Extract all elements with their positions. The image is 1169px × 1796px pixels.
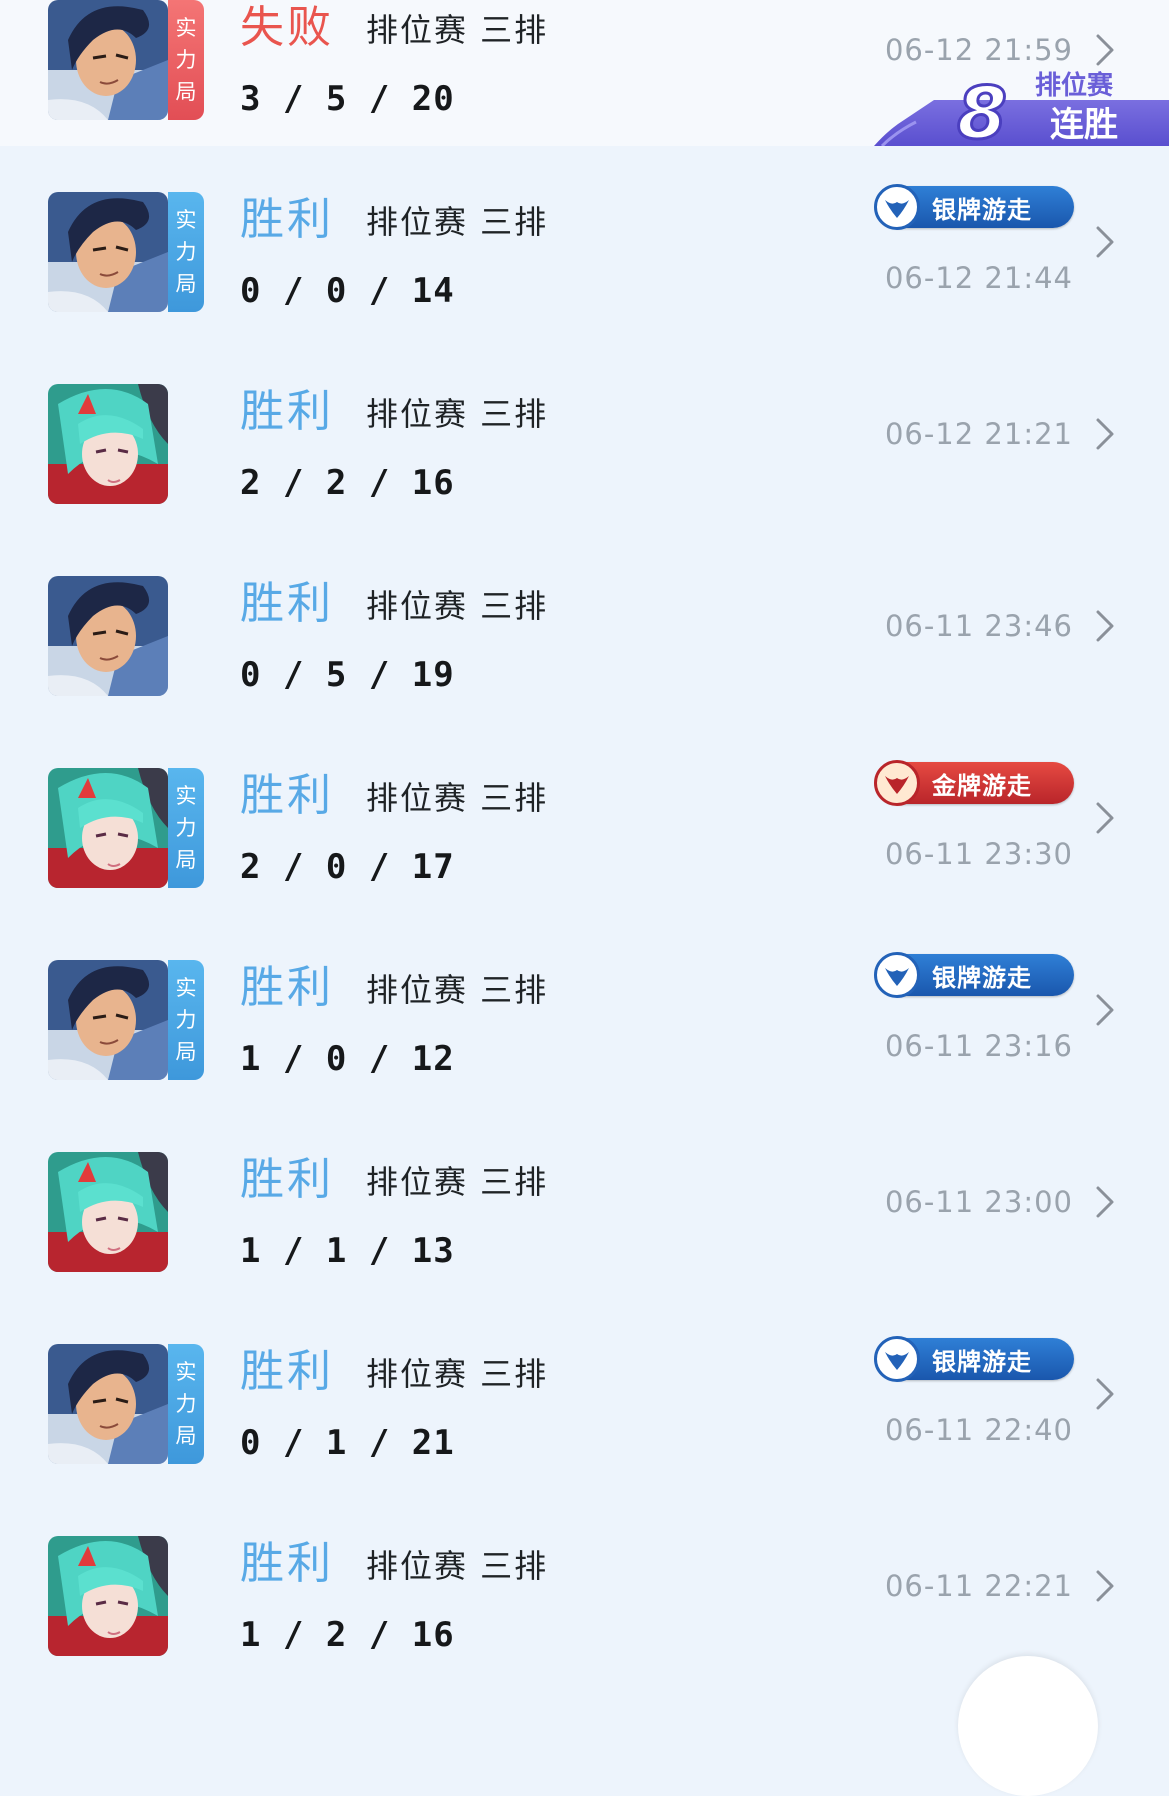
chevron-right-icon[interactable]	[1094, 1184, 1116, 1220]
strength-match-tag: 实力局	[168, 960, 204, 1080]
strength-match-tag: 实力局	[168, 1344, 204, 1464]
hero-avatar	[48, 576, 168, 696]
match-result: 胜利	[240, 1538, 334, 1589]
silver-medal-badge: 银牌游走	[874, 952, 1074, 998]
match-time: 06-11 23:16	[884, 1029, 1073, 1063]
match-time: 06-12 21:59	[884, 33, 1073, 67]
match-result: 胜利	[240, 1154, 334, 1205]
chevron-right-icon[interactable]	[1094, 608, 1116, 644]
match-mode: 排位赛 三排	[366, 1547, 549, 1585]
match-result: 胜利	[240, 1346, 334, 1397]
tag-char: 实	[175, 783, 197, 808]
hero-avatar	[48, 384, 168, 504]
tag-char: 力	[175, 1391, 197, 1416]
badge-label: 金牌游走	[932, 771, 1032, 800]
tag-char: 局	[175, 847, 197, 872]
streak-count: 8	[957, 71, 1007, 146]
match-mode: 排位赛 三排	[366, 971, 549, 1009]
chevron-right-icon[interactable]	[1094, 224, 1116, 260]
badge-label: 银牌游走	[932, 1347, 1032, 1376]
tag-char: 力	[175, 239, 197, 264]
match-time: 06-11 22:21	[884, 1569, 1073, 1603]
match-row[interactable]: 胜利 排位赛 三排 0 / 5 / 19 06-11 23:46	[0, 530, 1169, 722]
chevron-right-icon[interactable]	[1094, 1376, 1116, 1412]
tag-char: 力	[175, 815, 197, 840]
match-row[interactable]: 胜利 排位赛 三排 2 / 2 / 16 06-12 21:21	[0, 338, 1169, 530]
match-result: 胜利	[240, 578, 334, 629]
match-row[interactable]: 实力局胜利 排位赛 三排 1 / 0 / 12 银牌游走 06-11 23:16	[0, 914, 1169, 1106]
match-mode: 排位赛 三排	[366, 1163, 549, 1201]
match-mode: 排位赛 三排	[366, 395, 549, 433]
hero-avatar	[48, 960, 168, 1080]
match-mode: 排位赛 三排	[366, 587, 549, 625]
match-row[interactable]: 胜利 排位赛 三排 1 / 1 / 13 06-11 23:00	[0, 1106, 1169, 1298]
kda-score: 0 / 0 / 14	[240, 271, 455, 311]
tag-char: 实	[175, 975, 197, 1000]
silver-medal-badge: 银牌游走	[874, 1336, 1074, 1382]
streak-label-ranked: 排位赛	[1035, 70, 1114, 101]
match-result: 胜利	[240, 386, 334, 437]
strength-match-tag: 实力局	[168, 768, 204, 888]
tag-char: 局	[175, 79, 197, 104]
match-row[interactable]: 实力局胜利 排位赛 三排 0 / 1 / 21 银牌游走 06-11 22:40	[0, 1298, 1169, 1490]
match-time: 06-11 23:00	[884, 1185, 1073, 1219]
tag-char: 局	[175, 1423, 197, 1448]
hero-avatar	[48, 768, 168, 888]
badge-label: 银牌游走	[932, 963, 1032, 992]
silver-medal-badge: 银牌游走	[874, 184, 1074, 230]
match-mode: 排位赛 三排	[366, 779, 549, 817]
match-mode: 排位赛 三排	[366, 1355, 549, 1393]
chevron-right-icon[interactable]	[1094, 32, 1116, 68]
hero-avatar	[48, 0, 168, 120]
kda-score: 1 / 0 / 12	[240, 1039, 455, 1079]
gold-medal-badge: 金牌游走	[874, 760, 1074, 806]
match-time: 06-11 22:40	[884, 1413, 1073, 1447]
chevron-right-icon[interactable]	[1094, 1568, 1116, 1604]
tag-char: 力	[175, 47, 197, 72]
medal-emblem-icon	[885, 776, 909, 794]
hero-avatar	[48, 1152, 168, 1272]
floating-action-button[interactable]	[958, 1656, 1098, 1796]
match-mode: 排位赛 三排	[366, 203, 549, 241]
medal-emblem-icon	[885, 200, 909, 218]
match-result: 胜利	[240, 962, 334, 1013]
kda-score: 3 / 5 / 20	[240, 79, 455, 119]
match-row[interactable]: 实力局胜利 排位赛 三排 2 / 0 / 17 金牌游走 06-11 23:30	[0, 722, 1169, 914]
hero-avatar	[48, 1344, 168, 1464]
tag-char: 实	[175, 1359, 197, 1384]
kda-score: 0 / 1 / 21	[240, 1423, 455, 1463]
tag-char: 力	[175, 1007, 197, 1032]
match-time: 06-12 21:21	[884, 417, 1073, 451]
kda-score: 2 / 2 / 16	[240, 463, 455, 503]
medal-emblem-icon	[885, 968, 909, 986]
hero-avatar	[48, 192, 168, 312]
match-time: 06-11 23:30	[884, 837, 1073, 871]
match-time: 06-11 23:46	[884, 609, 1073, 643]
tag-char: 实	[175, 207, 197, 232]
hero-avatar	[48, 1536, 168, 1656]
strength-match-tag: 实力局	[168, 192, 204, 312]
tag-char: 局	[175, 1039, 197, 1064]
match-result: 胜利	[240, 770, 334, 821]
kda-score: 1 / 1 / 13	[240, 1231, 455, 1271]
kda-score: 1 / 2 / 16	[240, 1615, 455, 1655]
match-mode: 排位赛 三排	[366, 11, 549, 49]
chevron-right-icon[interactable]	[1094, 800, 1116, 836]
match-time: 06-12 21:44	[884, 261, 1073, 295]
match-result: 失败	[240, 2, 334, 53]
chevron-right-icon[interactable]	[1094, 416, 1116, 452]
win-streak-banner: 8 排位赛 连胜	[874, 70, 1169, 146]
tag-char: 局	[175, 271, 197, 296]
match-row[interactable]: 胜利 排位赛 三排 1 / 2 / 16 06-11 22:21	[0, 1490, 1169, 1682]
streak-label-wins: 连胜	[1050, 105, 1118, 145]
kda-score: 2 / 0 / 17	[240, 847, 455, 887]
medal-emblem-icon	[885, 1352, 909, 1370]
tag-char: 实	[175, 15, 197, 40]
kda-score: 0 / 5 / 19	[240, 655, 455, 695]
badge-label: 银牌游走	[932, 195, 1032, 224]
chevron-right-icon[interactable]	[1094, 992, 1116, 1028]
match-row[interactable]: 实力局胜利 排位赛 三排 0 / 0 / 14 银牌游走 06-12 21:44	[0, 146, 1169, 338]
match-result: 胜利	[240, 194, 334, 245]
strength-match-tag: 实力局	[168, 0, 204, 120]
